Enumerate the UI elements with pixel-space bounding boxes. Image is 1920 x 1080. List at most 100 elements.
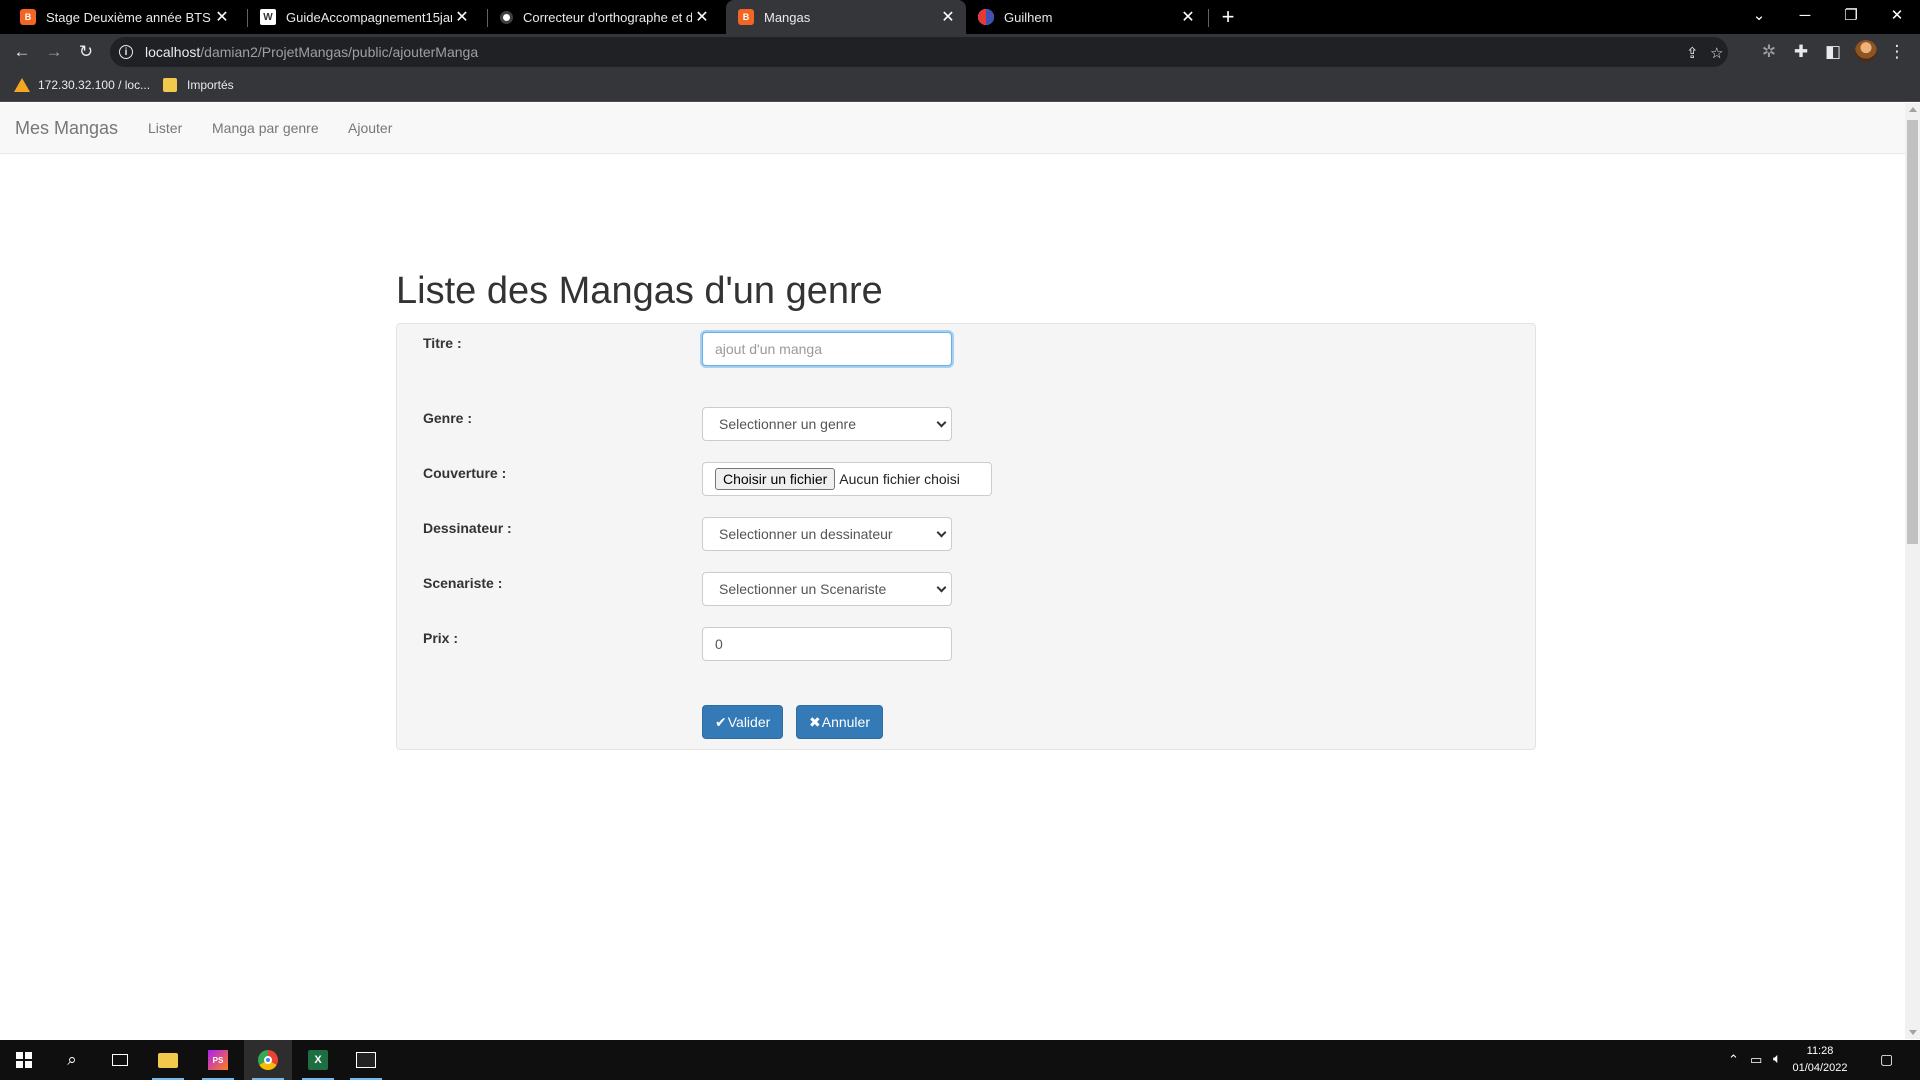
scenariste-selected-value: Selectionner un Scenariste [719,581,887,597]
site-info-icon[interactable]: i [119,45,133,59]
url-path: /damian2/ProjetMangas/public/ajouterMang… [200,44,479,60]
phpstorm-icon[interactable]: PS [194,1040,242,1080]
forward-arrow-icon[interactable]: → [40,38,68,66]
close-icon[interactable]: ✕ [452,7,472,27]
close-icon[interactable]: ✕ [1178,7,1198,27]
discord-icon [978,9,994,25]
minimize-button[interactable]: ─ [1782,0,1828,30]
orange-app-icon: B [20,9,36,25]
orange-app-icon: B [738,9,754,25]
close-window-button[interactable]: ✕ [1874,0,1920,30]
phpstorm-logo: PS [208,1050,228,1070]
file-explorer-icon[interactable] [144,1040,192,1080]
scenariste-select[interactable]: Selectionner un Scenariste [702,572,952,606]
valider-button[interactable]: ✔ Valider [702,705,784,739]
start-button[interactable] [0,1040,48,1080]
url-host: localhost [145,44,201,60]
photos-icon[interactable] [342,1040,390,1080]
side-panel-icon[interactable]: ◧ [1819,38,1847,66]
tab-mangas[interactable]: B Mangas ✕ [726,0,966,34]
tab-title: Guilhem [1004,9,1053,25]
excel-icon[interactable]: X [294,1040,342,1080]
dessinateur-select[interactable]: Selectionner un dessinateur [702,517,952,551]
genre-select[interactable]: Selectionner un genre [702,407,952,441]
nav-link-manga-par-genre[interactable]: Manga par genre [212,120,319,136]
annuler-label: Annuler [821,714,870,730]
annuler-button[interactable]: ✖ Annuler [796,705,883,739]
windows-logo-icon [16,1052,32,1068]
check-icon: ✔ [715,713,727,730]
back-arrow-icon[interactable]: ← [8,38,36,66]
site-navbar: Mes Mangas Lister Manga par genre Ajoute… [0,103,1905,154]
search-icon[interactable]: ⌕ [48,1040,96,1080]
prix-input[interactable]: 0 [702,627,952,661]
prix-label: Prix : [423,630,459,646]
notification-icon[interactable]: ▢ [1880,1051,1893,1068]
photos-logo [356,1052,376,1068]
network-icon[interactable]: ▭ [1750,1052,1762,1068]
dessinateur-selected-value: Selectionner un dessinateur [719,526,893,542]
valider-label: Valider [727,714,771,730]
genre-selected-value: Selectionner un genre [719,416,856,432]
windows-taskbar: ⌕ PS X ⌃ ▭ 🔈︎ 11:28 01/04/2022 ▢ [0,1040,1920,1080]
folder-shape [158,1052,178,1068]
tab-title: GuideAccompagnement15janv.p [286,9,452,25]
scroll-down-arrow-icon[interactable] [1909,1030,1917,1035]
choose-file-button[interactable]: Choisir un fichier [715,468,836,490]
task-view-icon[interactable] [96,1040,144,1080]
clock-time: 11:28 [1806,1045,1834,1057]
nav-link-ajouter[interactable]: Ajouter [348,120,392,136]
tab-search-icon[interactable]: ⌄ [1736,0,1782,30]
close-icon[interactable]: ✕ [692,7,712,27]
chevron-down-icon [936,527,947,538]
address-bar[interactable]: i localhost/damian2/ProjetMangas/public/… [110,37,1728,67]
couverture-label: Couverture : [423,465,507,481]
couverture-file-input[interactable]: Choisir un fichier Aucun fichier choisi [702,462,992,496]
chrome-icon[interactable] [244,1040,292,1080]
scrollbar-thumb[interactable] [1907,120,1918,544]
nav-link-lister[interactable]: Lister [148,120,182,136]
titre-input[interactable]: ajout d'un manga [702,332,952,366]
profile-avatar[interactable] [1855,40,1877,62]
page-scrollbar[interactable] [1905,103,1920,1039]
tab-stage[interactable]: B Stage Deuxième année BTS ✕ [0,0,240,34]
close-icon[interactable]: ✕ [212,7,232,27]
cross-icon: ✖ [809,713,821,730]
star-icon[interactable]: ☆ [1710,44,1723,62]
tab-title: Mangas [764,9,811,25]
close-icon[interactable]: ✕ [938,7,958,27]
scroll-up-arrow-icon[interactable] [1909,107,1917,112]
folder-icon [163,78,177,92]
restore-button[interactable]: ❐ [1828,0,1874,30]
url-text[interactable]: localhost/damian2/ProjetMangas/public/aj… [145,44,478,60]
share-icon[interactable]: ⇪ [1686,44,1699,62]
tab-guide[interactable]: W GuideAccompagnement15janv.p ✕ [240,0,480,34]
titre-label: Titre : [423,335,462,351]
chevron-up-icon[interactable]: ⌃ [1728,1052,1739,1068]
tab-separator [1208,9,1209,27]
page-viewport: Mes Mangas Lister Manga par genre Ajoute… [0,103,1920,1039]
bookmark-label: 172.30.32.100 / loc... [38,78,151,92]
file-status-text: Aucun fichier choisi [839,471,960,487]
puzzle-extensions-icon[interactable]: ✚ [1787,38,1815,66]
genre-label: Genre : [423,410,473,426]
tab-title: Stage Deuxième année BTS [46,9,211,25]
tab-guilhem[interactable]: Guilhem ✕ [966,0,1206,34]
document-icon: W [260,9,276,25]
menu-dots-icon[interactable]: ⋮ [1883,38,1911,66]
chrome-logo [258,1050,278,1070]
scenariste-label: Scenariste : [423,575,503,591]
bookmark-phpmyadmin[interactable]: 172.30.32.100 / loc... [14,78,150,92]
reload-icon[interactable]: ↻ [72,38,100,66]
bookmark-label: Importés [187,78,234,92]
tab-correcteur[interactable]: Correcteur d'orthographe et de g ✕ [480,0,720,34]
warning-icon [14,78,30,92]
taskbar-clock[interactable]: 11:28 01/04/2022 [1778,1043,1862,1077]
browser-tab-strip: B Stage Deuxième année BTS ✕ W GuideAcco… [0,0,1920,34]
dessinateur-label: Dessinateur : [423,520,512,536]
new-tab-button[interactable]: + [1214,3,1242,31]
extension-gear-icon[interactable]: ✲ [1755,38,1783,66]
brand-link[interactable]: Mes Mangas [15,118,118,139]
bookmark-folder-importes[interactable]: Importés [163,78,234,92]
manga-form: Titre : ajout d'un manga Genre : Selecti… [396,323,1536,750]
